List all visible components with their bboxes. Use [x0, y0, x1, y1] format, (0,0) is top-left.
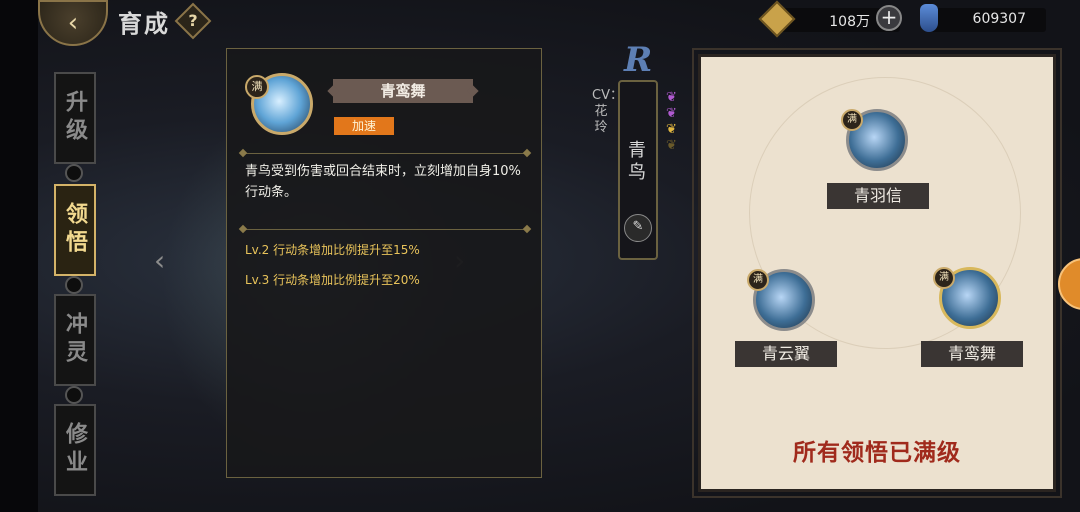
tab-connector [65, 164, 83, 182]
skill-name: 青鸾舞 [333, 79, 473, 103]
divider [243, 153, 527, 154]
tab-upgrade[interactable]: 升级 [54, 72, 96, 164]
level-3-effect: Lv.3 行动条增加比例提升至20% [245, 273, 420, 287]
character-name: 青鸟 [628, 140, 646, 183]
butterfly-icon: ❦ [666, 106, 677, 121]
tab-insight[interactable]: 领悟 [54, 184, 96, 276]
coin-counter: 108万 + [758, 0, 902, 38]
level-2-effect: Lv.2 行动条增加比例提升至15% [245, 243, 420, 257]
max-level-badge: 满 [747, 269, 769, 291]
screen-edge [0, 0, 38, 512]
max-level-badge: 满 [933, 267, 955, 289]
potion-value: 609307 [972, 11, 1026, 27]
help-icon: ? [188, 11, 198, 30]
tab-spirit[interactable]: 冲灵 [54, 294, 96, 386]
tab-connector [65, 386, 83, 404]
skill-tag: 加速 [334, 117, 394, 135]
butterfly-icon: ❦ [666, 122, 677, 137]
skill-detail-panel: 满 青鸾舞 加速 青鸟受到伤害或回合结束时，立刻增加自身10%行动条。 Lv.2… [226, 48, 542, 478]
tree-node-label: 青鸾舞 [921, 341, 1023, 367]
coin-value: 108万 [829, 14, 870, 30]
insight-tree-panel: 满 青羽信 满 青云翼 满 青鸾舞 所有领悟已满级 [698, 54, 1056, 492]
page-title: 育成 [118, 9, 170, 38]
tree-node-label: 青羽信 [827, 183, 929, 209]
back-arrow-icon: ‹ [67, 8, 79, 38]
all-maxed-message: 所有领悟已满级 [793, 439, 961, 466]
butterfly-icon: ❦ [666, 90, 677, 105]
max-level-badge: 满 [841, 109, 863, 131]
rarity-badge: R [624, 40, 653, 80]
tab-connector [65, 276, 83, 294]
prev-character-arrow-icon[interactable]: ‹ [154, 244, 165, 277]
voice-actor: CV：花玲 [592, 88, 623, 135]
skill-description: 青鸟受到伤害或回合结束时，立刻增加自身10%行动条。 [245, 164, 521, 200]
potion-icon [920, 4, 938, 32]
tab-training[interactable]: 修业 [54, 404, 96, 496]
max-level-badge: 满 [245, 75, 269, 99]
add-coins-button[interactable]: + [876, 5, 902, 31]
brush-icon[interactable]: ✎ [624, 214, 652, 242]
potion-counter: 609307 [920, 4, 1046, 32]
butterfly-icon: ❦ [666, 138, 677, 153]
divider [243, 229, 527, 230]
tree-node-label: 青云翼 [735, 341, 837, 367]
